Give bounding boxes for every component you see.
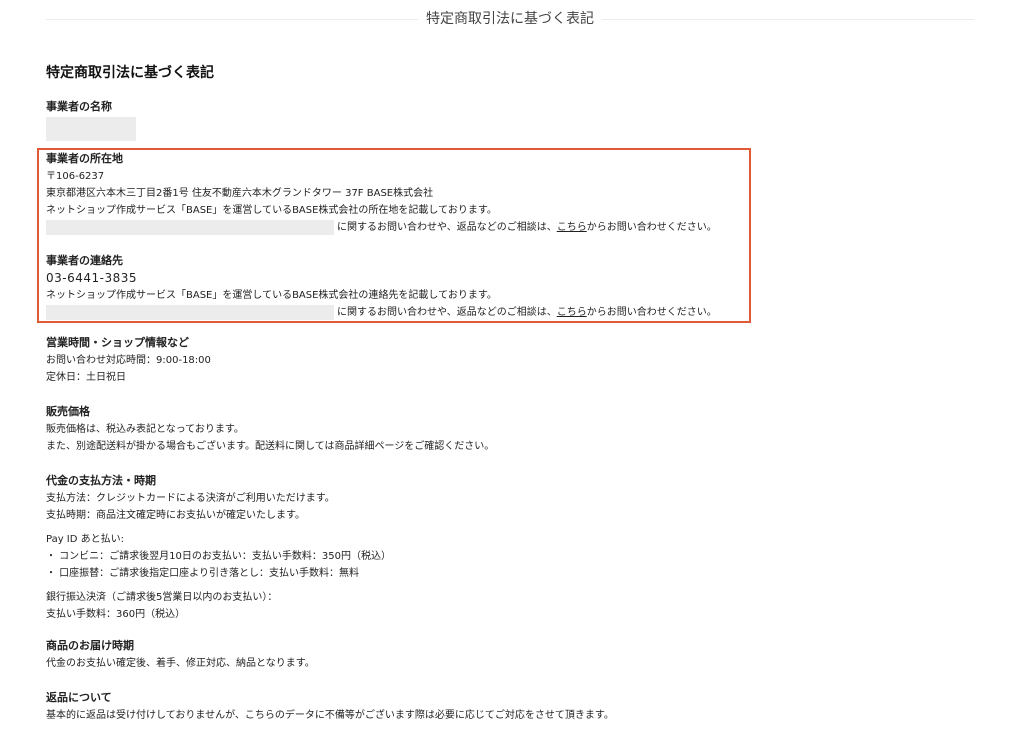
section-payment: 代金の支払方法・時期 支払方法：クレジットカードによる決済がご利用いただけます。… [46,472,746,623]
returns-heading: 返品について [46,691,112,704]
price-heading: 販売価格 [46,405,90,418]
bank-line: 銀行振込決済（ご請求後5営業日以内のお支払い）： [46,592,278,603]
returns-line: 基本的に返品は受け付けしておりませんが、こちらのデータに不備等がございます際は必… [46,710,614,721]
payment-line: 支払方法：クレジットカードによる決済がご利用いただけます。 [46,493,335,504]
page-title: 特定商取引法に基づく表記 [46,65,214,81]
top-header: 特定商取引法に基づく表記 [46,8,974,30]
hours-line: 定休日：土日祝日 [46,372,126,383]
section-returns: 返品について 基本的に返品は受け付けしておりませんが、こちらのデータに不備等がご… [46,689,746,724]
business-name-heading: 事業者の名称 [46,100,112,113]
section-hours: 営業時間・ショップ情報など お問い合わせ対応時間：9:00-18:00 定休日：… [46,334,746,386]
section-price: 販売価格 販売価格は、税込み表記となっております。 また、別途配送料が掛かる場合… [46,403,746,455]
delivery-line: 代金のお支払い確定後、着手、修正対応、納品となります。 [46,658,315,669]
payid-line: Pay ID あと払い: [46,534,125,545]
price-line: 販売価格は、税込み表記となっております。 [46,424,244,435]
section-business-name: 事業者の名称 [46,98,746,147]
bank-line: 支払い手数料：360円（税込） [46,609,186,620]
delivery-heading: 商品のお届け時期 [46,639,134,652]
payment-heading: 代金の支払方法・時期 [46,474,156,487]
section-delivery: 商品のお届け時期 代金のお支払い確定後、着手、修正対応、納品となります。 [46,637,746,672]
business-name-redacted [46,117,136,141]
payid-line: ・ 口座振替：ご請求後指定口座より引き落とし：支払い手数料：無料 [46,568,359,579]
payid-line: ・ コンビニ：ご請求後翌月10日のお支払い：支払い手数料：350円（税込） [46,551,391,562]
hours-heading: 営業時間・ショップ情報など [46,336,189,349]
highlight-box [37,148,751,323]
payment-line: 支払時期：商品注文確定時にお支払いが確定いたします。 [46,510,305,521]
header-title: 特定商取引法に基づく表記 [418,8,602,30]
price-line: また、別途配送料が掛かる場合もございます。配送料に関しては商品詳細ページをご確認… [46,441,495,452]
hours-line: お問い合わせ対応時間：9:00-18:00 [46,355,211,366]
